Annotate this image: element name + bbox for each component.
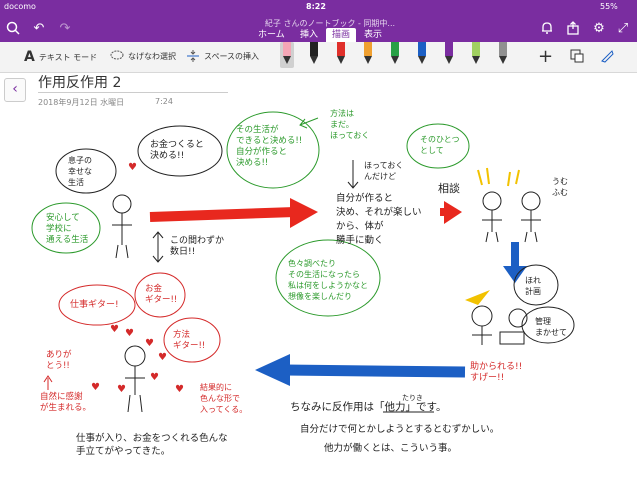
note-imagine: 色々調べたり その生活になったら 私は何をしようかなと 想像を楽しんだり: [288, 259, 368, 301]
note-money-guitar: お金 ギター!!: [145, 284, 178, 305]
note-plan: ほれ 計画: [525, 276, 541, 296]
note-decide-money: お金つくると 決める!!: [150, 140, 204, 161]
svg-text:♥: ♥: [158, 352, 167, 363]
note-method-guitar: 方法 ギター!!: [173, 330, 206, 351]
note-gratitude: 自然に感謝 が生まれる。: [40, 392, 92, 413]
note-income: 結果的に 色んな形で 入ってくる。: [200, 383, 248, 414]
note-tariki-works: 他力が働くとは、こういう事。: [324, 443, 458, 454]
red-up-arrow: [43, 375, 53, 390]
stick-figure-self: [112, 194, 132, 259]
note-method-later: 方法は まだ。 ほっておく: [330, 109, 370, 140]
blue-arrow-head: [255, 354, 290, 386]
svg-text:♥: ♥: [110, 324, 119, 335]
stick-figure-helper-a: [471, 305, 493, 345]
note-son-happy: 息子の 幸せな 生活: [68, 156, 92, 187]
sparkle-top: [477, 167, 520, 187]
svg-text:♥: ♥: [125, 328, 134, 339]
note-as-one: そのひとつ として: [420, 135, 460, 155]
note-work-guitar: 仕事ギター!: [70, 300, 119, 310]
stick-figure-center: [124, 345, 146, 413]
note-leave-it: ほっておく んだけど: [364, 161, 404, 181]
note-reaction-tariki: ちなみに反作用は「他力」です。: [290, 401, 447, 413]
note-decide-life: その生活が できると決める!! 自分が作ると 決める!!: [236, 125, 303, 168]
stick-figure-helper-b: [499, 308, 528, 345]
note-helped: 助かられる!! すげー!!: [470, 362, 523, 383]
blue-arrow-shaft: [284, 364, 466, 378]
down-arrow: [347, 160, 359, 189]
double-arrow: [152, 231, 164, 263]
stick-figure-consult-a: [482, 191, 502, 243]
red-arrow-head: [290, 198, 318, 228]
red-arrow-shaft: [149, 207, 296, 222]
small-red-arrow-head: [444, 201, 462, 224]
note-body-moves: 自分が作ると 決め、それが楽しい から、体が 勝手に動く: [336, 193, 422, 246]
sparkle-bottom: [465, 290, 490, 305]
note-thanks: ありが とう!!: [46, 350, 72, 371]
svg-text:♥: ♥: [150, 372, 159, 383]
hearts: ♥ ♥ ♥ ♥ ♥ ♥ ♥ ♥ ♥: [91, 162, 184, 395]
note-few-days: この間わずか 数日!!: [170, 236, 225, 257]
note-work-came: 仕事が入り、お金をつくれる色んな 手立てがやってきた。: [76, 433, 228, 457]
svg-text:♥: ♥: [175, 384, 184, 395]
stick-figure-consult-b: [521, 191, 541, 243]
note-alone-hard: 自分だけで何とかしようとするとむずかしい。: [300, 424, 500, 435]
svg-text:♥: ♥: [128, 162, 137, 173]
note-hmm: うむ ふむ: [552, 177, 568, 197]
svg-text:♥: ♥: [117, 384, 126, 395]
svg-text:♥: ♥: [91, 382, 100, 393]
svg-text:♥: ♥: [145, 338, 154, 349]
note-consult: 相談: [438, 182, 460, 195]
note-manage: 管理 まかせて: [535, 317, 567, 337]
note-school-life: 安心して 学校に 通える生活: [46, 213, 89, 245]
